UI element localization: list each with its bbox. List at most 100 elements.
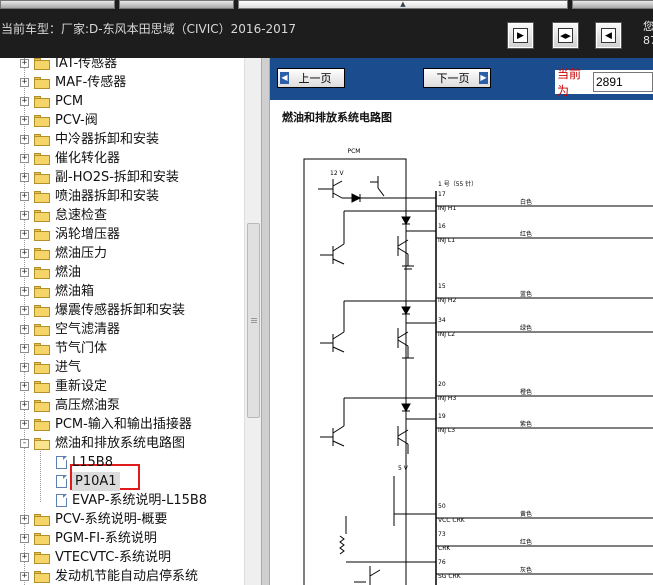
tree-item-folder[interactable]: + IAT-传感器: [0, 58, 244, 73]
expand-icon[interactable]: +: [20, 78, 29, 87]
tree-item-folder[interactable]: + 中冷器拆卸和安装: [0, 130, 244, 149]
expand-icon[interactable]: +: [20, 192, 29, 201]
folder-icon: [34, 229, 50, 241]
tree-item-folder[interactable]: + VTECVTC-系统说明: [0, 548, 244, 567]
tree-item-folder[interactable]: + 涡轮增压器: [0, 225, 244, 244]
expand-icon[interactable]: +: [20, 268, 29, 277]
tree-item-folder[interactable]: + PGM-FI-系统说明: [0, 529, 244, 548]
top-menu-dropdown[interactable]: ▲: [238, 0, 568, 9]
wire-color: 白色: [520, 198, 532, 206]
tree-item-folder[interactable]: + 燃油压力: [0, 244, 244, 263]
pin-signal: INJ H1: [438, 205, 456, 212]
tree-item-folder[interactable]: + MAF-传感器: [0, 73, 244, 92]
prev-page-label: 上一页: [298, 72, 332, 85]
tree-item-folder[interactable]: + 高压燃油泵: [0, 396, 244, 415]
next-page-button[interactable]: 下一页 ▶: [423, 68, 491, 88]
tree-item-folder[interactable]: + 空气滤清器: [0, 320, 244, 339]
tree-item-folder[interactable]: + PCV-系统说明-概要: [0, 510, 244, 529]
expand-icon[interactable]: +: [20, 515, 29, 524]
expand-icon[interactable]: +: [20, 534, 29, 543]
folder-icon: [34, 77, 50, 89]
prev-arrow-icon: ◀: [280, 72, 289, 84]
tree-item-label: 中冷器拆卸和安装: [55, 132, 160, 147]
expand-icon[interactable]: +: [20, 116, 29, 125]
tree-item-folder[interactable]: + 发动机节能自动启停系统: [0, 567, 244, 585]
tree-item-document[interactable]: L15B8: [0, 453, 244, 472]
folder-icon: [34, 172, 50, 184]
expand-icon[interactable]: +: [20, 59, 29, 68]
tree-item-folder[interactable]: + PCM: [0, 92, 244, 111]
top-menu-button-1[interactable]: [0, 0, 115, 9]
pin-signal: CRK: [438, 545, 451, 552]
tree-item-folder[interactable]: + 节气门体: [0, 339, 244, 358]
tree-item-folder[interactable]: + 重新设定: [0, 377, 244, 396]
expand-icon[interactable]: +: [20, 553, 29, 562]
expand-icon[interactable]: +: [20, 306, 29, 315]
pin-signal: INJ L2: [438, 331, 455, 338]
expand-icon[interactable]: +: [20, 211, 29, 220]
expand-icon[interactable]: +: [20, 420, 29, 429]
tree-item-label: 催化转化器: [55, 151, 121, 166]
wire-color: 紫色: [520, 420, 532, 428]
tree-item-label: 副-HO2S-拆卸和安装: [55, 170, 179, 185]
expand-icon[interactable]: +: [20, 363, 29, 372]
vehicle-info: 当前车型：厂家:D-东风本田思域（CIVIC）2016-2017: [1, 22, 297, 36]
wire-color: 绿色: [520, 324, 532, 332]
pin-signal: INJ L3: [438, 427, 455, 434]
expand-icon[interactable]: +: [20, 97, 29, 106]
tree-item-folder[interactable]: + 催化转化器: [0, 149, 244, 168]
expand-icon[interactable]: +: [20, 325, 29, 334]
prev-page-button[interactable]: ◀ 上一页: [277, 68, 345, 88]
top-menu-button-3[interactable]: [572, 0, 653, 9]
view-single-page-button[interactable]: ▶: [507, 22, 534, 49]
expand-icon[interactable]: +: [20, 572, 29, 581]
pin-number: 34: [438, 317, 446, 324]
tree-item-document[interactable]: EVAP-系统说明-L15B8: [0, 491, 244, 510]
tree-item-label: 重新设定: [55, 379, 108, 394]
expand-icon[interactable]: +: [20, 382, 29, 391]
tree-item-folder[interactable]: + 喷油器拆卸和安装: [0, 187, 244, 206]
tree-item-document[interactable]: P10A1: [0, 472, 244, 491]
pin-signal: INJ H3: [438, 395, 456, 402]
folder-icon: [34, 58, 50, 70]
view-fit-width-button[interactable]: ◀▶: [552, 22, 579, 49]
expand-icon[interactable]: +: [20, 249, 29, 258]
page-number-input[interactable]: [593, 72, 653, 92]
folder-icon: [34, 419, 50, 431]
scrollbar-thumb[interactable]: [247, 223, 260, 418]
tree-item-folder[interactable]: + PCV-阀: [0, 111, 244, 130]
tree-scrollbar[interactable]: [244, 58, 261, 585]
tree-item-folder[interactable]: + 副-HO2S-拆卸和安装: [0, 168, 244, 187]
tree-item-folder[interactable]: + PCM-输入和输出插接器: [0, 415, 244, 434]
expand-icon[interactable]: +: [20, 287, 29, 296]
top-header: ▲ 当前车型：厂家:D-东风本田思域（CIVIC）2016-2017 ▶ ◀▶ …: [0, 0, 653, 58]
folder-icon: [34, 153, 50, 165]
wire-color: 红色: [520, 230, 532, 238]
tree-item-label: PCM: [55, 94, 84, 109]
expand-icon[interactable]: +: [20, 401, 29, 410]
tree-item-folder[interactable]: + 进气: [0, 358, 244, 377]
expand-icon[interactable]: +: [20, 344, 29, 353]
tree-item-folder[interactable]: + 怠速检查: [0, 206, 244, 225]
folder-open-icon: [34, 438, 50, 450]
tree-item-folder[interactable]: - 燃油和排放系统电路图: [0, 434, 244, 453]
crank-sensor-circuit: [339, 476, 436, 585]
tree-item-folder[interactable]: + 爆震传感器拆卸和安装: [0, 301, 244, 320]
tree-item-label: 怠速检查: [55, 208, 108, 223]
view-fit-page-button[interactable]: ◀: [595, 22, 622, 49]
fit-width-icon: ◀▶: [558, 28, 573, 43]
pane-splitter[interactable]: [261, 58, 270, 585]
dropdown-arrow-icon: ▲: [400, 0, 406, 8]
expand-icon[interactable]: +: [20, 154, 29, 163]
wire-color: 灰色: [520, 566, 532, 574]
tree-item-label: PGM-FI-系统说明: [55, 531, 157, 546]
expand-icon[interactable]: +: [20, 230, 29, 239]
expand-icon[interactable]: +: [20, 173, 29, 182]
tree-item-folder[interactable]: + 燃油箱: [0, 282, 244, 301]
pcm-box: [303, 158, 407, 585]
tree-item-folder[interactable]: + 燃油: [0, 263, 244, 282]
collapse-icon[interactable]: -: [20, 439, 29, 448]
expand-icon[interactable]: +: [20, 135, 29, 144]
tree-item-label: 空气滤清器: [55, 322, 121, 337]
top-menu-button-2[interactable]: [119, 0, 234, 9]
